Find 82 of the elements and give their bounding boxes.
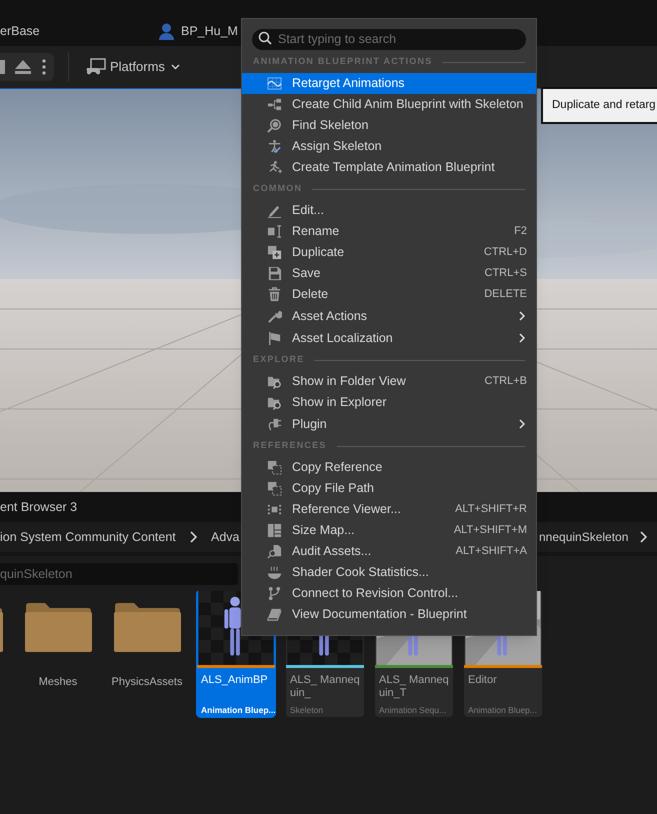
folder-name: Meshes [38, 675, 78, 690]
menu-item[interactable]: Duplicate CTRL+D [242, 242, 536, 263]
chevron-right-icon[interactable] [190, 531, 197, 543]
document-search-icon [267, 544, 282, 559]
folder-name: PhysicsAssets [112, 675, 182, 690]
tooltip: Duplicate and retarg [541, 87, 657, 124]
copy-icon [267, 481, 282, 496]
breadcrumb-link[interactable]: nnequinSkeleton [539, 528, 628, 546]
breadcrumb-link[interactable]: Adva [211, 528, 240, 546]
menu-item[interactable]: Delete DELETE [242, 284, 536, 305]
shortcut-label: CTRL+S [484, 266, 527, 282]
menu-item[interactable]: Show in Explorer [242, 392, 536, 413]
menu-item[interactable]: Show in Folder View CTRL+B [242, 371, 536, 392]
graph-icon [267, 76, 282, 91]
folder-icon [114, 602, 180, 652]
shortcut-label: F2 [514, 224, 527, 240]
pencil-icon [267, 203, 282, 218]
node-tree-icon [267, 97, 282, 112]
shortcut-label: ALT+SHIFT+R [455, 502, 527, 518]
menu-item[interactable]: Create Template Animation Blueprint [242, 157, 536, 178]
menu-item[interactable]: Save CTRL+S [242, 263, 536, 284]
asset-name: Editor [468, 674, 498, 688]
search-icon [258, 30, 272, 44]
folder-icon [24, 602, 92, 652]
folder-search-icon [267, 395, 282, 410]
search-field[interactable]: quinSkeleton [0, 562, 238, 584]
search-field[interactable]: Start typing to search [252, 28, 526, 50]
chevron-right-icon[interactable] [640, 531, 647, 543]
asset-name: ALS_ Mannequin_ [290, 674, 360, 702]
node-graph-icon [267, 502, 282, 517]
menu-item[interactable]: Shader Cook Statistics... [242, 562, 536, 583]
chevron-down-icon [170, 64, 180, 70]
search-icon [267, 118, 282, 133]
menu-item[interactable]: Copy Reference [242, 457, 536, 478]
asset-type: Skeleton [290, 704, 324, 717]
menu-item[interactable]: Asset Localization [242, 327, 536, 349]
menu-item[interactable]: Size Map... ALT+SHIFT+M [242, 520, 536, 541]
folder-search-icon [267, 374, 282, 389]
shortcut-label: DELETE [484, 287, 527, 302]
shortcut-label: ALT+SHIFT+M [454, 523, 527, 538]
running-figure-icon [267, 160, 282, 175]
gamepad-monitor-icon [86, 58, 106, 76]
grid-icon [267, 523, 282, 538]
shortcut-label: ALT+SHIFT+A [456, 544, 527, 560]
menu-item[interactable]: Audit Assets... ALT+SHIFT+A [242, 541, 536, 562]
menu-item[interactable]: Reference Viewer... ALT+SHIFT+R [242, 499, 536, 520]
bowl-icon [267, 565, 282, 580]
editor-tab[interactable]: BP_Hu_M [158, 22, 238, 41]
book-icon [267, 607, 282, 622]
more-options-icon[interactable] [42, 59, 46, 75]
asset-name: ALS_AnimBP [201, 674, 269, 688]
flag-icon [267, 330, 282, 346]
copy-icon [267, 460, 282, 475]
plug-icon [267, 416, 282, 432]
text-cursor-icon [267, 224, 282, 239]
platforms-button[interactable]: Platforms [86, 57, 180, 77]
breadcrumb-link[interactable]: ion System Community Content [0, 528, 176, 546]
asset-type: Animation Bluep... [468, 704, 538, 717]
menu-item[interactable]: Assign Skeleton [242, 136, 536, 157]
shortcut-label: CTRL+D [484, 245, 527, 260]
asset-type: Animation Sequ... [379, 704, 448, 717]
menu-item[interactable]: Copy File Path [242, 478, 536, 499]
figure-check-icon [267, 139, 282, 154]
eject-icon[interactable] [14, 59, 32, 75]
menu-item[interactable]: Edit... [242, 200, 536, 221]
menu-item[interactable]: Find Skeleton [242, 115, 536, 136]
duplicate-icon [267, 245, 282, 260]
editor-tab[interactable]: erBase [0, 22, 40, 41]
shortcut-label: CTRL+B [484, 374, 527, 390]
menu-item[interactable]: Plugin [242, 413, 536, 435]
folder-item[interactable]: PhysicsAssets [108, 591, 186, 717]
menu-item[interactable]: Retarget Animations [242, 73, 536, 94]
menu-item[interactable]: Rename F2 [242, 221, 536, 242]
menu-item[interactable]: Create Child Anim Blueprint with Skeleton [242, 94, 536, 115]
branch-icon [267, 586, 282, 601]
folder-item[interactable]: Meshes [19, 591, 97, 717]
person-icon [158, 22, 175, 40]
asset-name: ALS_ Mannequin_T [379, 674, 449, 702]
menu-item[interactable]: Asset Actions [242, 305, 536, 327]
panel-tab[interactable]: ent Browser 3 [0, 498, 78, 516]
trash-icon [267, 287, 282, 302]
wrench-icon [267, 308, 282, 324]
